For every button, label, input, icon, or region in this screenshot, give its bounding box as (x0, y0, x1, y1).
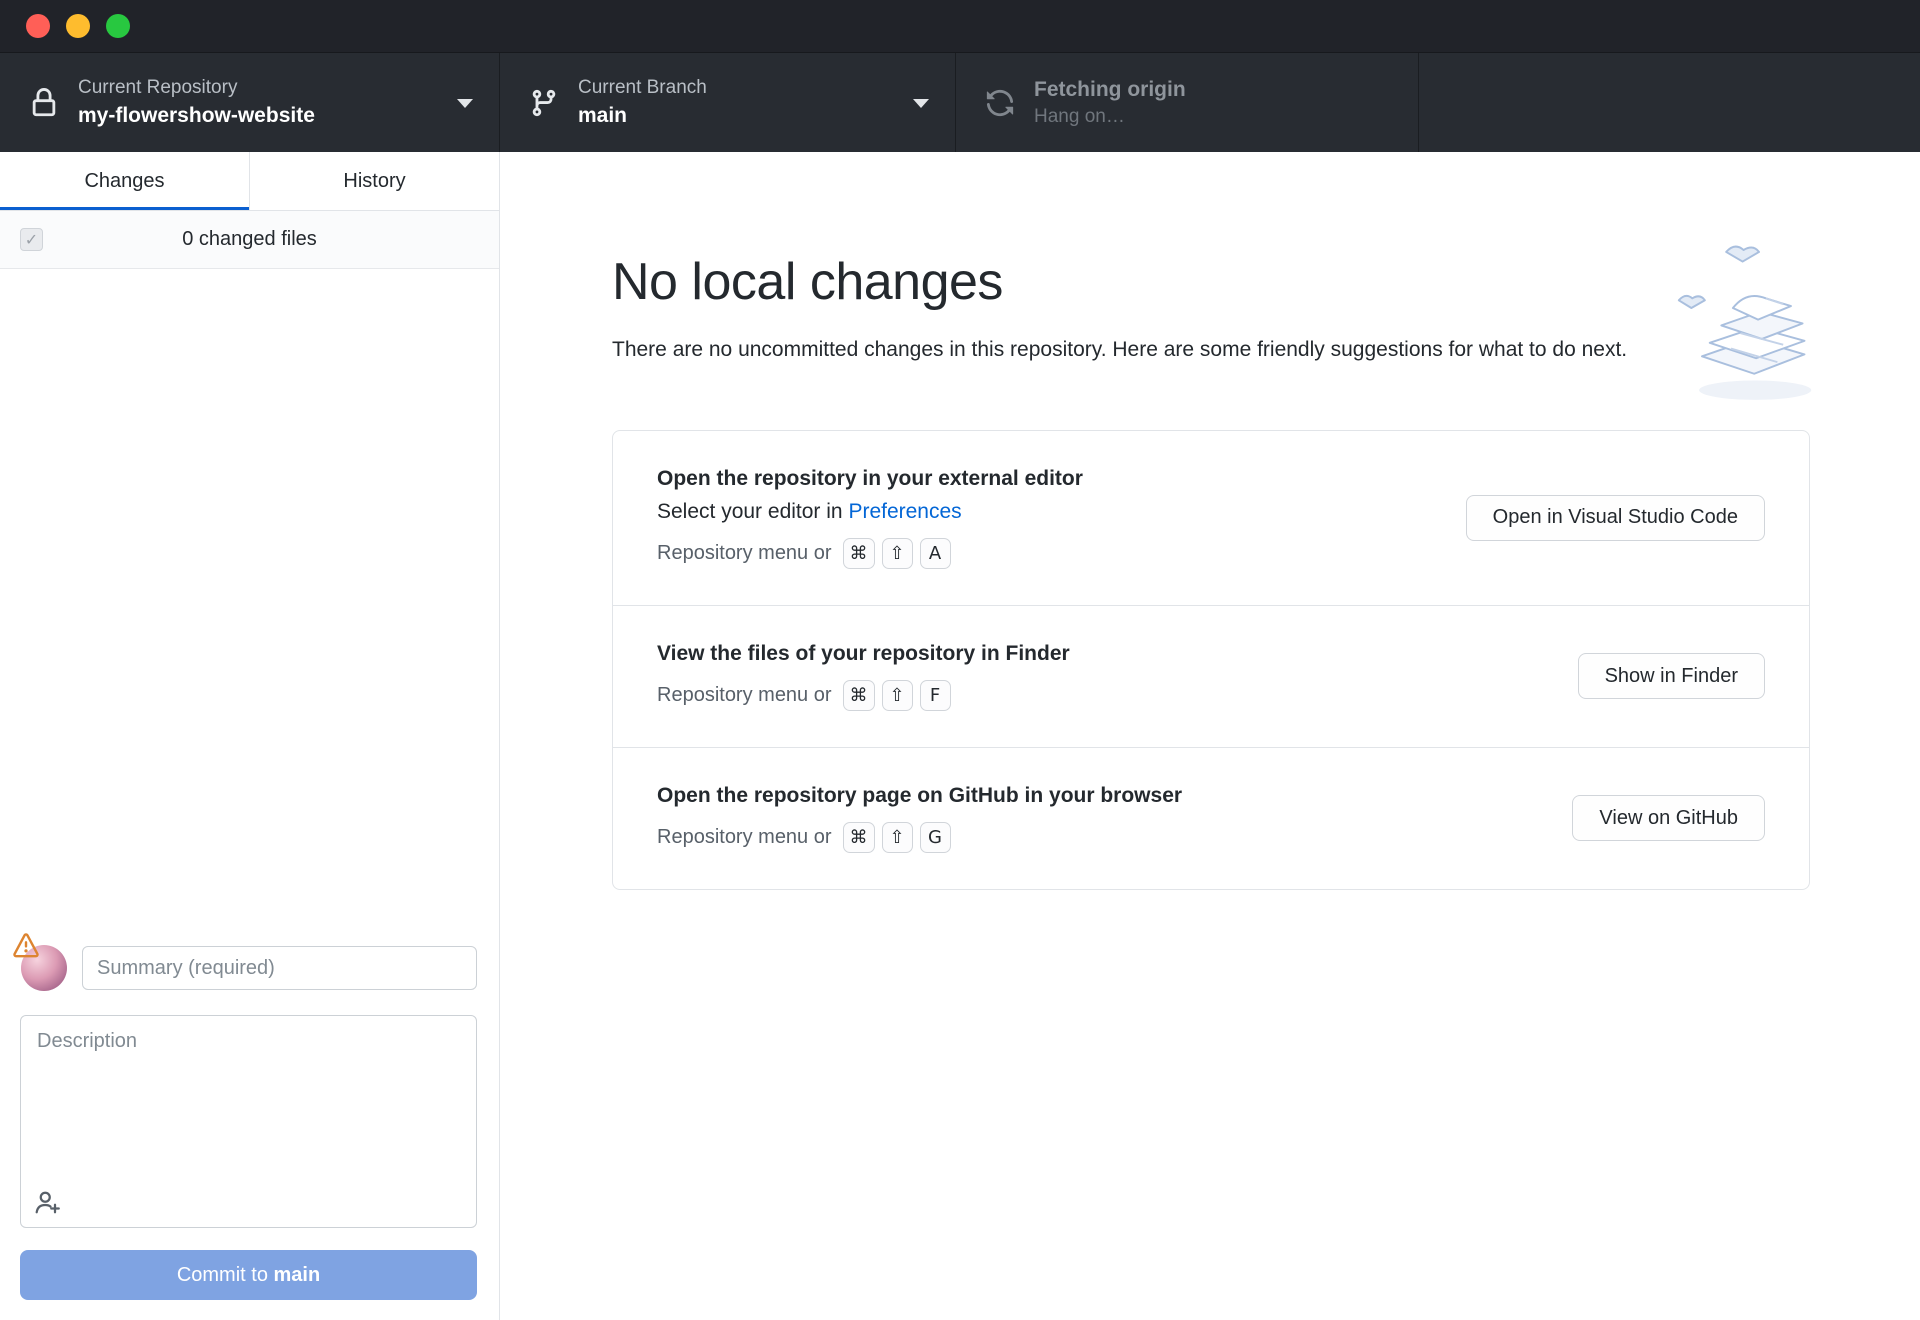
repository-switcher[interactable]: Current Repository my-flowershow-website (0, 53, 500, 152)
tab-changes[interactable]: Changes (0, 152, 249, 210)
shortcut-hint: Repository menu or ⌘ ⇧ A (657, 537, 1083, 569)
fetch-status: Fetching origin (1034, 77, 1186, 101)
suggestion-text: Open the repository page on GitHub in yo… (657, 784, 1182, 853)
suggestions-card: Open the repository in your external edi… (612, 429, 1810, 890)
git-branch-icon (528, 88, 560, 118)
titlebar (0, 0, 1920, 52)
cmd-key: ⌘ (842, 537, 875, 569)
suggestion-subtitle: Select your editor in Preferences (657, 500, 1083, 524)
page-subtitle: There are no uncommitted changes in this… (612, 338, 1628, 361)
suggestion-text: View the files of your repository in Fin… (657, 642, 1070, 711)
tab-history[interactable]: History (249, 152, 499, 210)
zoom-button[interactable] (106, 14, 130, 38)
suggestion-row-editor: Open the repository in your external edi… (613, 431, 1809, 605)
app-body: Changes History ✓ 0 changed files Summar… (0, 152, 1920, 1320)
commit-form: Commit to main (0, 933, 499, 1320)
letter-key: F (919, 679, 951, 711)
show-in-finder-button[interactable]: Show in Finder (1577, 653, 1765, 699)
suggestion-title: View the files of your repository in Fin… (657, 641, 1070, 665)
minimize-button[interactable] (66, 14, 90, 38)
sidebar: Changes History ✓ 0 changed files Summar… (0, 152, 500, 1320)
no-changes-illustration (1673, 240, 1818, 410)
sync-icon (984, 88, 1016, 118)
suggestion-title: Open the repository page on GitHub in yo… (657, 783, 1183, 807)
shift-key: ⇧ (881, 537, 913, 569)
repository-name: my-flowershow-website (78, 104, 315, 128)
description-input[interactable] (20, 1015, 477, 1228)
suggestion-row-finder: View the files of your repository in Fin… (613, 604, 1809, 747)
suggestion-row-github: Open the repository page on GitHub in yo… (613, 746, 1809, 889)
commit-button-prefix: Commit to (176, 1263, 274, 1286)
letter-key: A (919, 537, 951, 569)
preferences-link[interactable]: Preferences (848, 500, 961, 523)
shift-key: ⇧ (881, 821, 913, 853)
select-all-checkbox[interactable]: ✓ (20, 228, 43, 251)
branch-switcher[interactable]: Current Branch main (500, 53, 956, 152)
description-wrap (20, 1015, 477, 1228)
changed-files-count: 0 changed files (182, 228, 317, 250)
add-co-authors-button[interactable] (34, 1189, 61, 1216)
cmd-key: ⌘ (842, 821, 875, 853)
shortcut-hint: Repository menu or ⌘ ⇧ G (657, 821, 1182, 853)
suggestion-title: Open the repository in your external edi… (657, 466, 1083, 490)
chevron-down-icon (913, 98, 929, 108)
commit-button[interactable]: Commit to main (20, 1250, 477, 1300)
letter-key: G (919, 821, 951, 853)
fetch-origin-button[interactable]: Fetching origin Hang on… (956, 53, 1419, 152)
branch-label: Current Branch (578, 76, 707, 98)
main-content: No local changes There are no uncommitte… (500, 152, 1920, 1320)
summary-input[interactable] (82, 946, 477, 990)
warning-icon (13, 933, 39, 964)
sidebar-tabs: Changes History (0, 152, 499, 211)
shortcut-label: Repository menu or (657, 825, 832, 848)
person-add-icon (35, 1191, 60, 1214)
fetch-substatus: Hang on… (1034, 106, 1125, 128)
shortcut-hint: Repository menu or ⌘ ⇧ F (657, 679, 1070, 711)
shift-key: ⇧ (881, 679, 913, 711)
view-on-github-button[interactable]: View on GitHub (1572, 795, 1765, 841)
shortcut-label: Repository menu or (657, 683, 832, 706)
lock-icon (28, 87, 60, 118)
shortcut-label: Repository menu or (657, 541, 832, 564)
toolbar: Current Repository my-flowershow-website… (0, 52, 1920, 152)
repository-label: Current Repository (78, 76, 238, 98)
cmd-key: ⌘ (842, 679, 875, 711)
subtitle-prefix: Select your editor in (657, 499, 849, 523)
commit-button-branch: main (273, 1263, 321, 1286)
branch-name: main (578, 104, 628, 128)
summary-row (0, 933, 477, 995)
suggestion-text: Open the repository in your external edi… (657, 467, 1083, 569)
changed-files-row: ✓ 0 changed files (0, 211, 499, 269)
close-button[interactable] (26, 14, 50, 38)
open-in-editor-button[interactable]: Open in Visual Studio Code (1465, 494, 1765, 541)
chevron-down-icon (457, 98, 473, 108)
